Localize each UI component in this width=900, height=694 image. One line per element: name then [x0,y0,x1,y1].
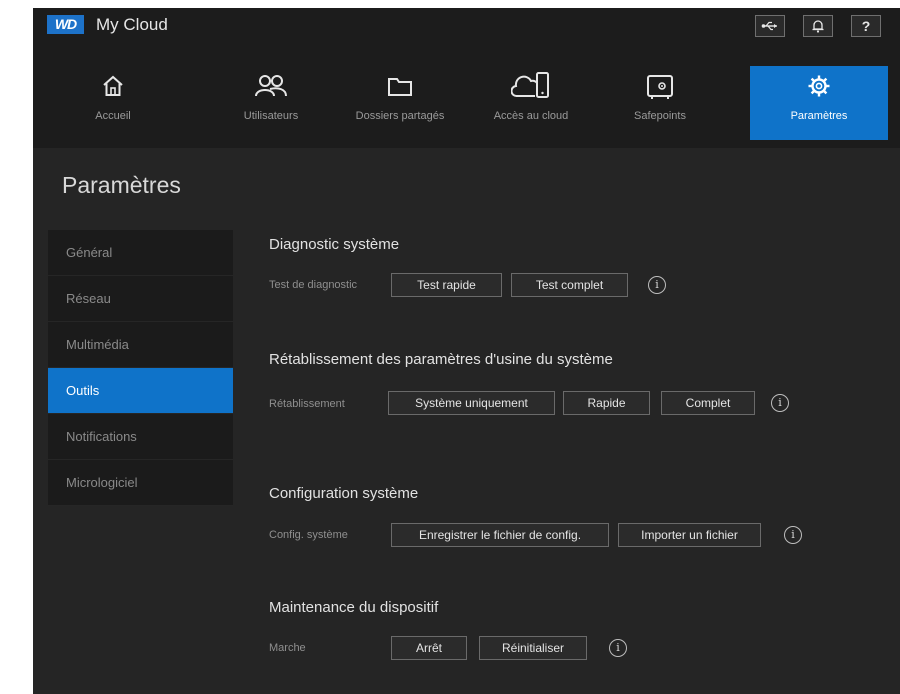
nav-label: Accueil [95,110,131,122]
import-file-button[interactable]: Importer un fichier [618,523,761,547]
config-label: Config. système [269,529,348,541]
cloud-device-icon [481,66,581,106]
app-title: My Cloud [96,15,168,34]
sidebar-item-general[interactable]: Général [48,230,233,276]
sidebar-item-reseau[interactable]: Réseau [48,276,233,322]
nav-utilisateurs[interactable]: Utilisateurs [231,66,311,140]
nav-label: Utilisateurs [243,110,299,122]
maintenance-label: Marche [269,642,306,654]
sidebar-item-notifications[interactable]: Notifications [48,414,233,460]
section-title-factory-reset: Rétablissement des paramètres d'usine du… [269,351,613,368]
top-bar: WD My Cloud ? [33,8,900,44]
notifications-button[interactable] [803,15,833,37]
info-icon[interactable]: i [609,639,627,657]
home-icon [63,66,163,106]
settings-sidebar: Général Réseau Multimédia Outils Notific… [48,230,233,506]
app-window: WD My Cloud ? Accueil Utilisateurs Dossi… [33,8,900,694]
quick-test-button[interactable]: Test rapide [391,273,502,297]
safe-icon [615,66,705,106]
shutdown-button[interactable]: Arrêt [391,636,467,660]
bell-icon [812,20,824,33]
usb-button[interactable] [755,15,785,37]
info-icon[interactable]: i [784,526,802,544]
gear-icon [750,66,888,106]
nav-label: Safepoints [634,110,686,122]
sidebar-item-multimedia[interactable]: Multimédia [48,322,233,368]
full-reset-button[interactable]: Complet [661,391,755,415]
folder-icon [345,66,455,106]
nav-dossiers-partages[interactable]: Dossiers partagés [345,66,455,140]
sidebar-item-outils[interactable]: Outils [48,368,233,414]
info-icon[interactable]: i [648,276,666,294]
nav-accueil[interactable]: Accueil [63,66,163,140]
nav-label: Accès au cloud [493,110,569,122]
section-title-config: Configuration système [269,485,419,502]
full-test-button[interactable]: Test complet [511,273,628,297]
quick-reset-button[interactable]: Rapide [563,391,650,415]
section-title-diagnostic: Diagnostic système [269,236,400,253]
section-title-maintenance: Maintenance du dispositif [269,599,439,616]
wd-logo: WD [47,15,84,34]
sidebar-item-micrologiciel[interactable]: Micrologiciel [48,460,233,506]
diagnostic-label: Test de diagnostic [269,279,358,291]
main-nav: Accueil Utilisateurs Dossiers partagés A… [33,44,900,148]
save-config-button[interactable]: Enregistrer le fichier de config. [391,523,609,547]
factory-reset-label: Rétablissement [269,398,345,410]
system-only-reset-button[interactable]: Système uniquement [388,391,555,415]
nav-label: Paramètres [790,110,848,122]
help-button[interactable]: ? [851,15,881,37]
nav-safepoints[interactable]: Safepoints [615,66,705,140]
nav-parametres[interactable]: Paramètres [750,66,888,140]
nav-acces-cloud[interactable]: Accès au cloud [481,66,581,140]
reboot-button[interactable]: Réinitialiser [479,636,587,660]
page-title: Paramètres [62,172,181,198]
users-icon [231,66,311,106]
info-icon[interactable]: i [771,394,789,412]
usb-icon [761,21,777,31]
nav-label: Dossiers partagés [355,110,445,122]
